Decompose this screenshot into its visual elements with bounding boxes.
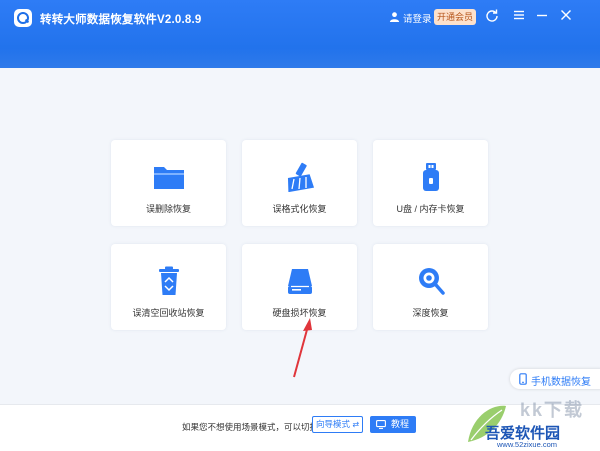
watermark-url: www.52zixue.com — [497, 440, 558, 449]
header-decoration — [0, 48, 600, 68]
phone-recovery-label: 手机数据恢复 — [531, 377, 591, 388]
card-format-recovery[interactable]: 误格式化恢复 — [242, 140, 357, 226]
app-title: 转转大师数据恢复软件V2.0.8.9 — [40, 14, 202, 26]
card-label: 误清空回收站恢复 — [132, 308, 205, 318]
recycle-bin-icon — [158, 266, 179, 295]
scene-grid: 误删除恢复 误格式化恢复 U盘 / 内存卡恢复 误清空回收站恢复 硬盘损坏恢复 … — [0, 68, 600, 404]
deep-scan-icon — [418, 268, 445, 295]
usb-card-icon — [422, 163, 439, 191]
card-label: 硬盘损坏恢复 — [272, 308, 327, 318]
phone-icon — [519, 373, 527, 385]
card-delete-recovery[interactable]: 误删除恢复 — [111, 140, 226, 226]
card-label: 误格式化恢复 — [272, 204, 327, 214]
menu-icon[interactable] — [512, 8, 526, 22]
update-icon[interactable] — [485, 8, 499, 22]
switch-mode-hint: 如果您不想使用场景模式，可以切换至 — [182, 422, 327, 432]
minimize-icon[interactable] — [535, 8, 549, 22]
login-link[interactable]: 请登录 — [403, 11, 432, 25]
wizard-mode-label: 向导模式 — [315, 419, 350, 429]
card-disk-recovery[interactable]: 硬盘损坏恢复 — [242, 244, 357, 330]
user-icon[interactable] — [389, 11, 400, 22]
wizard-mode-button[interactable]: 向导模式 ⇄ — [312, 416, 363, 433]
vip-button[interactable]: 开通会员 — [434, 9, 476, 25]
card-deep-recovery[interactable]: 深度恢复 — [373, 244, 488, 330]
tutorial-label: 教程 — [391, 419, 410, 429]
hard-disk-icon — [287, 269, 312, 294]
card-label: U盘 / 内存卡恢复 — [396, 204, 465, 214]
tutorial-button[interactable]: 教程 — [370, 416, 416, 433]
title-bar: 转转大师数据恢复软件V2.0.8.9 请登录 开通会员 — [0, 0, 600, 68]
card-label: 深度恢复 — [412, 308, 449, 318]
monitor-icon — [376, 420, 386, 429]
card-recycle-recovery[interactable]: 误清空回收站恢复 — [111, 244, 226, 330]
broom-icon — [287, 162, 314, 192]
close-icon[interactable] — [559, 8, 573, 22]
card-label: 误删除恢复 — [145, 204, 191, 214]
phone-recovery-tab[interactable]: 手机数据恢复 — [510, 369, 600, 389]
switch-arrows-icon: ⇄ — [352, 420, 360, 429]
card-usb-recovery[interactable]: U盘 / 内存卡恢复 — [373, 140, 488, 226]
folder-icon — [153, 167, 184, 189]
watermark-overlay-text: kk下载 — [520, 400, 585, 420]
app-logo-icon — [14, 9, 32, 27]
